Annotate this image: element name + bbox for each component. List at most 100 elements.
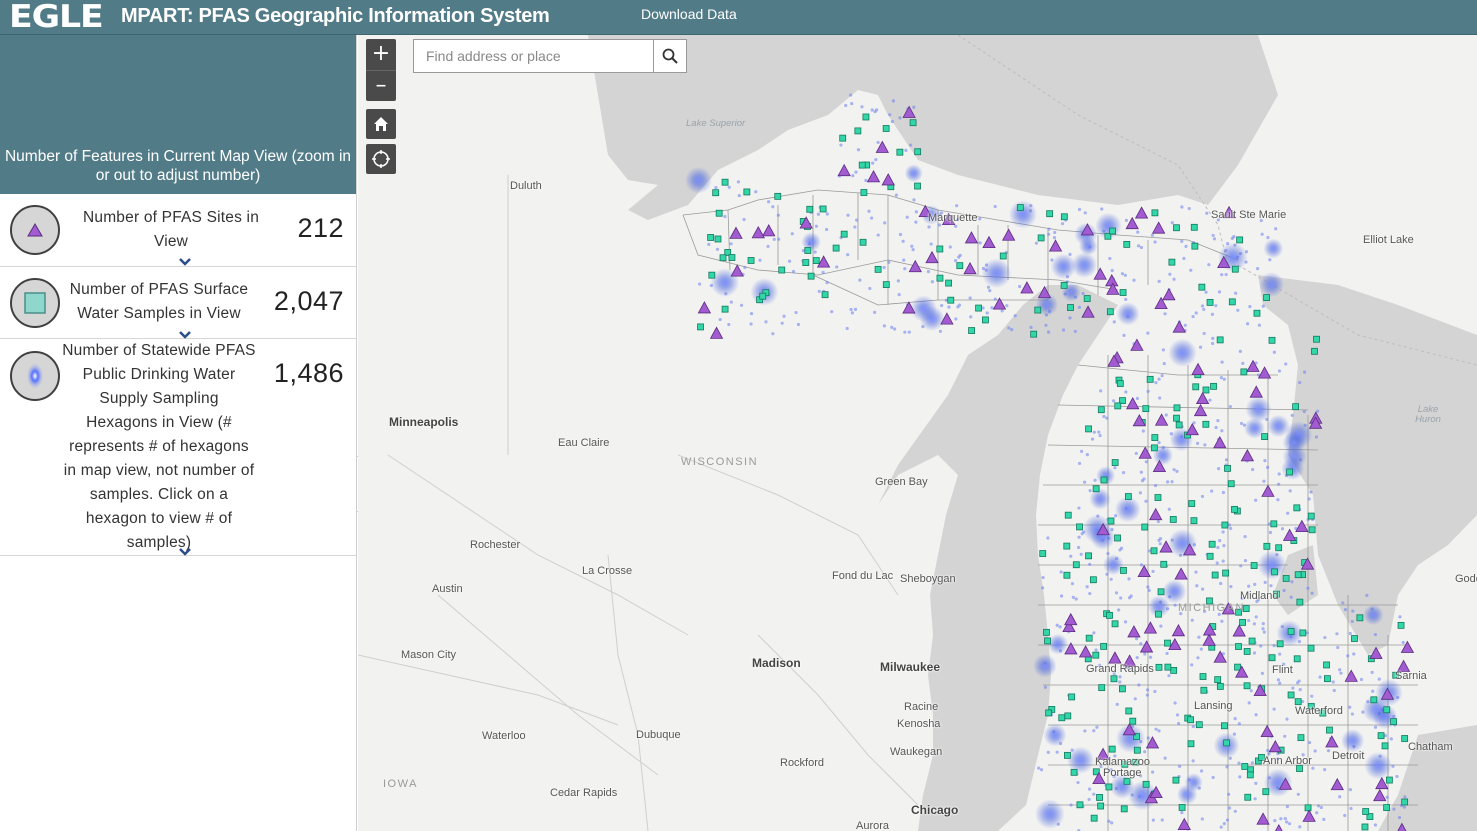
surface-water-sample-marker[interactable]	[945, 279, 953, 287]
hexagon-dot[interactable]	[1041, 575, 1045, 580]
hexagon-dot[interactable]	[767, 200, 771, 204]
surface-water-sample-marker[interactable]	[874, 265, 882, 273]
hexagon-dot[interactable]	[1346, 654, 1350, 658]
surface-water-sample-marker[interactable]	[821, 291, 829, 299]
hexagon-dot[interactable]	[1109, 577, 1113, 581]
hexagon-glow[interactable]	[1281, 457, 1305, 480]
hexagon-dot[interactable]	[1265, 465, 1270, 469]
hexagon-dot[interactable]	[1142, 477, 1146, 481]
surface-water-sample-marker[interactable]	[1107, 517, 1115, 525]
surface-water-sample-marker[interactable]	[936, 274, 944, 282]
hexagon-dot[interactable]	[1236, 308, 1240, 312]
hexagon-dot[interactable]	[1210, 312, 1215, 316]
surface-water-sample-marker[interactable]	[1064, 751, 1071, 759]
hexagon-dot[interactable]	[1073, 329, 1077, 334]
hexagon-dot[interactable]	[1088, 562, 1092, 566]
hexagon-dot[interactable]	[1289, 595, 1293, 599]
hexagon-dot[interactable]	[1146, 389, 1150, 394]
hexagon-dot[interactable]	[1124, 218, 1129, 222]
hexagon-dot[interactable]	[1123, 273, 1127, 277]
surface-water-sample-marker[interactable]	[1114, 534, 1121, 542]
surface-water-sample-marker[interactable]	[1100, 476, 1108, 484]
hexagon-dot[interactable]	[718, 317, 722, 322]
hexagon-dot[interactable]	[1331, 680, 1335, 684]
surface-water-sample-marker[interactable]	[1173, 224, 1180, 232]
hexagon-dot[interactable]	[910, 244, 914, 248]
surface-water-sample-marker[interactable]	[1241, 763, 1249, 770]
hexagon-dot[interactable]	[743, 265, 747, 270]
surface-water-sample-marker[interactable]	[1142, 780, 1150, 788]
surface-water-sample-marker[interactable]	[1262, 788, 1270, 796]
hexagon-dot[interactable]	[1288, 489, 1292, 493]
hexagon-glow[interactable]	[1245, 396, 1272, 423]
hexagon-dot[interactable]	[871, 161, 875, 165]
hexagon-dot[interactable]	[890, 325, 894, 329]
hexagon-dot[interactable]	[1151, 770, 1155, 774]
hexagon-dot[interactable]	[1290, 580, 1294, 584]
surface-water-sample-marker[interactable]	[956, 262, 964, 270]
hexagon-dot[interactable]	[1053, 230, 1057, 235]
hexagon-dot[interactable]	[1094, 648, 1098, 652]
surface-water-sample-marker[interactable]	[1236, 236, 1244, 244]
hexagon-dot[interactable]	[929, 242, 933, 246]
surface-water-sample-marker[interactable]	[1294, 698, 1302, 706]
surface-water-sample-marker[interactable]	[1097, 802, 1105, 810]
hexagon-dot[interactable]	[1260, 232, 1264, 236]
hexagon-dot[interactable]	[1377, 677, 1381, 681]
hexagon-dot[interactable]	[1087, 797, 1091, 802]
surface-water-sample-marker[interactable]	[1114, 402, 1122, 410]
hexagon-dot[interactable]	[1105, 416, 1109, 420]
hexagon-dot[interactable]	[1191, 759, 1195, 763]
hexagon-dot[interactable]	[825, 212, 829, 216]
hexagon-dot[interactable]	[1077, 305, 1081, 309]
hexagon-dot[interactable]	[1268, 530, 1273, 535]
hexagon-dot[interactable]	[853, 225, 857, 229]
hexagon-dot[interactable]	[1136, 244, 1141, 248]
hexagon-dot[interactable]	[882, 265, 886, 270]
surface-water-sample-marker[interactable]	[1263, 294, 1270, 301]
hexagon-dot[interactable]	[953, 259, 958, 263]
hexagon-dot[interactable]	[1121, 471, 1126, 475]
hexagon-dot[interactable]	[1005, 304, 1009, 308]
hexagon-dot[interactable]	[1139, 470, 1143, 474]
surface-water-sample-marker[interactable]	[1170, 667, 1178, 674]
hexagon-dot[interactable]	[1194, 311, 1198, 315]
hexagon-dot[interactable]	[849, 93, 853, 97]
surface-water-sample-marker[interactable]	[1292, 403, 1300, 411]
hexagon-dot[interactable]	[1263, 580, 1267, 584]
hexagon-dot[interactable]	[1279, 817, 1283, 821]
hexagon-dot[interactable]	[1139, 245, 1144, 250]
surface-water-sample-marker[interactable]	[1190, 223, 1198, 231]
surface-water-sample-marker[interactable]	[1111, 620, 1119, 628]
hexagon-dot[interactable]	[1146, 585, 1150, 589]
hexagon-dot[interactable]	[1117, 608, 1121, 612]
surface-water-sample-marker[interactable]	[1116, 380, 1124, 387]
hexagon-dot[interactable]	[1254, 781, 1258, 785]
hexagon-dot[interactable]	[1272, 350, 1277, 354]
surface-water-sample-marker[interactable]	[1045, 709, 1053, 717]
hexagon-glow[interactable]	[1282, 431, 1306, 455]
hexagon-dot[interactable]	[1311, 766, 1315, 770]
hexagon-glow[interactable]	[1364, 751, 1393, 780]
hexagon-dot[interactable]	[1315, 811, 1319, 815]
surface-water-sample-marker[interactable]	[914, 182, 921, 190]
hexagon-dot[interactable]	[1373, 632, 1378, 637]
surface-water-sample-marker[interactable]	[896, 148, 904, 156]
hexagon-dot[interactable]	[1069, 554, 1073, 558]
hexagon-glow[interactable]	[1033, 653, 1057, 678]
hexagon-dot[interactable]	[771, 205, 775, 209]
hexagon-dot[interactable]	[697, 282, 702, 286]
hexagon-dot[interactable]	[894, 193, 898, 197]
surface-water-sample-marker[interactable]	[1044, 637, 1051, 645]
hexagon-dot[interactable]	[1335, 632, 1339, 636]
surface-water-sample-marker[interactable]	[1124, 493, 1132, 500]
hexagon-dot[interactable]	[888, 113, 892, 117]
hexagon-dot[interactable]	[1221, 530, 1225, 534]
surface-water-sample-marker[interactable]	[1228, 298, 1236, 306]
hexagon-dot[interactable]	[1102, 414, 1106, 419]
hexagon-dot[interactable]	[955, 204, 959, 208]
hexagon-dot[interactable]	[1007, 326, 1011, 330]
hexagon-dot[interactable]	[1173, 603, 1177, 607]
hexagon-dot[interactable]	[1241, 361, 1245, 365]
hexagon-dot[interactable]	[1144, 499, 1148, 503]
